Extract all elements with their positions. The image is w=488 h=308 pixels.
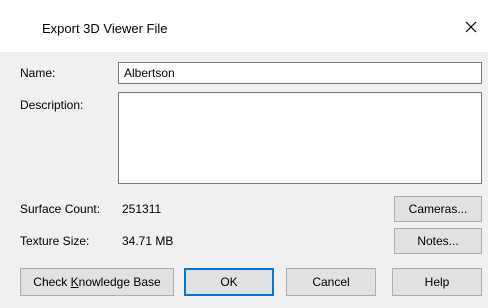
close-button[interactable] [458, 14, 484, 40]
export-3d-viewer-dialog: Export 3D Viewer File Name: Description:… [0, 0, 488, 308]
description-input[interactable] [118, 92, 482, 184]
surface-count-label: Surface Count: [20, 202, 101, 216]
title-bar: Export 3D Viewer File [0, 0, 488, 52]
close-icon [465, 21, 477, 33]
texture-size-label: Texture Size: [20, 234, 90, 248]
help-button[interactable]: Help [392, 268, 482, 296]
check-kb-label-pre: Check [33, 275, 71, 289]
cancel-button[interactable]: Cancel [286, 268, 376, 296]
name-label: Name: [20, 66, 56, 80]
check-knowledge-base-button[interactable]: Check Knowledge Base [20, 268, 174, 296]
texture-size-value: 34.71 MB [122, 234, 174, 248]
notes-button[interactable]: Notes... [394, 228, 482, 254]
ok-button[interactable]: OK [184, 268, 274, 296]
name-input[interactable] [118, 62, 482, 84]
check-kb-label-mnemonic: K [70, 275, 79, 289]
cameras-button[interactable]: Cameras... [394, 196, 482, 222]
description-label: Description: [20, 98, 84, 112]
dialog-title: Export 3D Viewer File [42, 21, 168, 36]
check-kb-label-post: nowledge Base [78, 275, 161, 289]
surface-count-value: 251311 [122, 202, 162, 216]
